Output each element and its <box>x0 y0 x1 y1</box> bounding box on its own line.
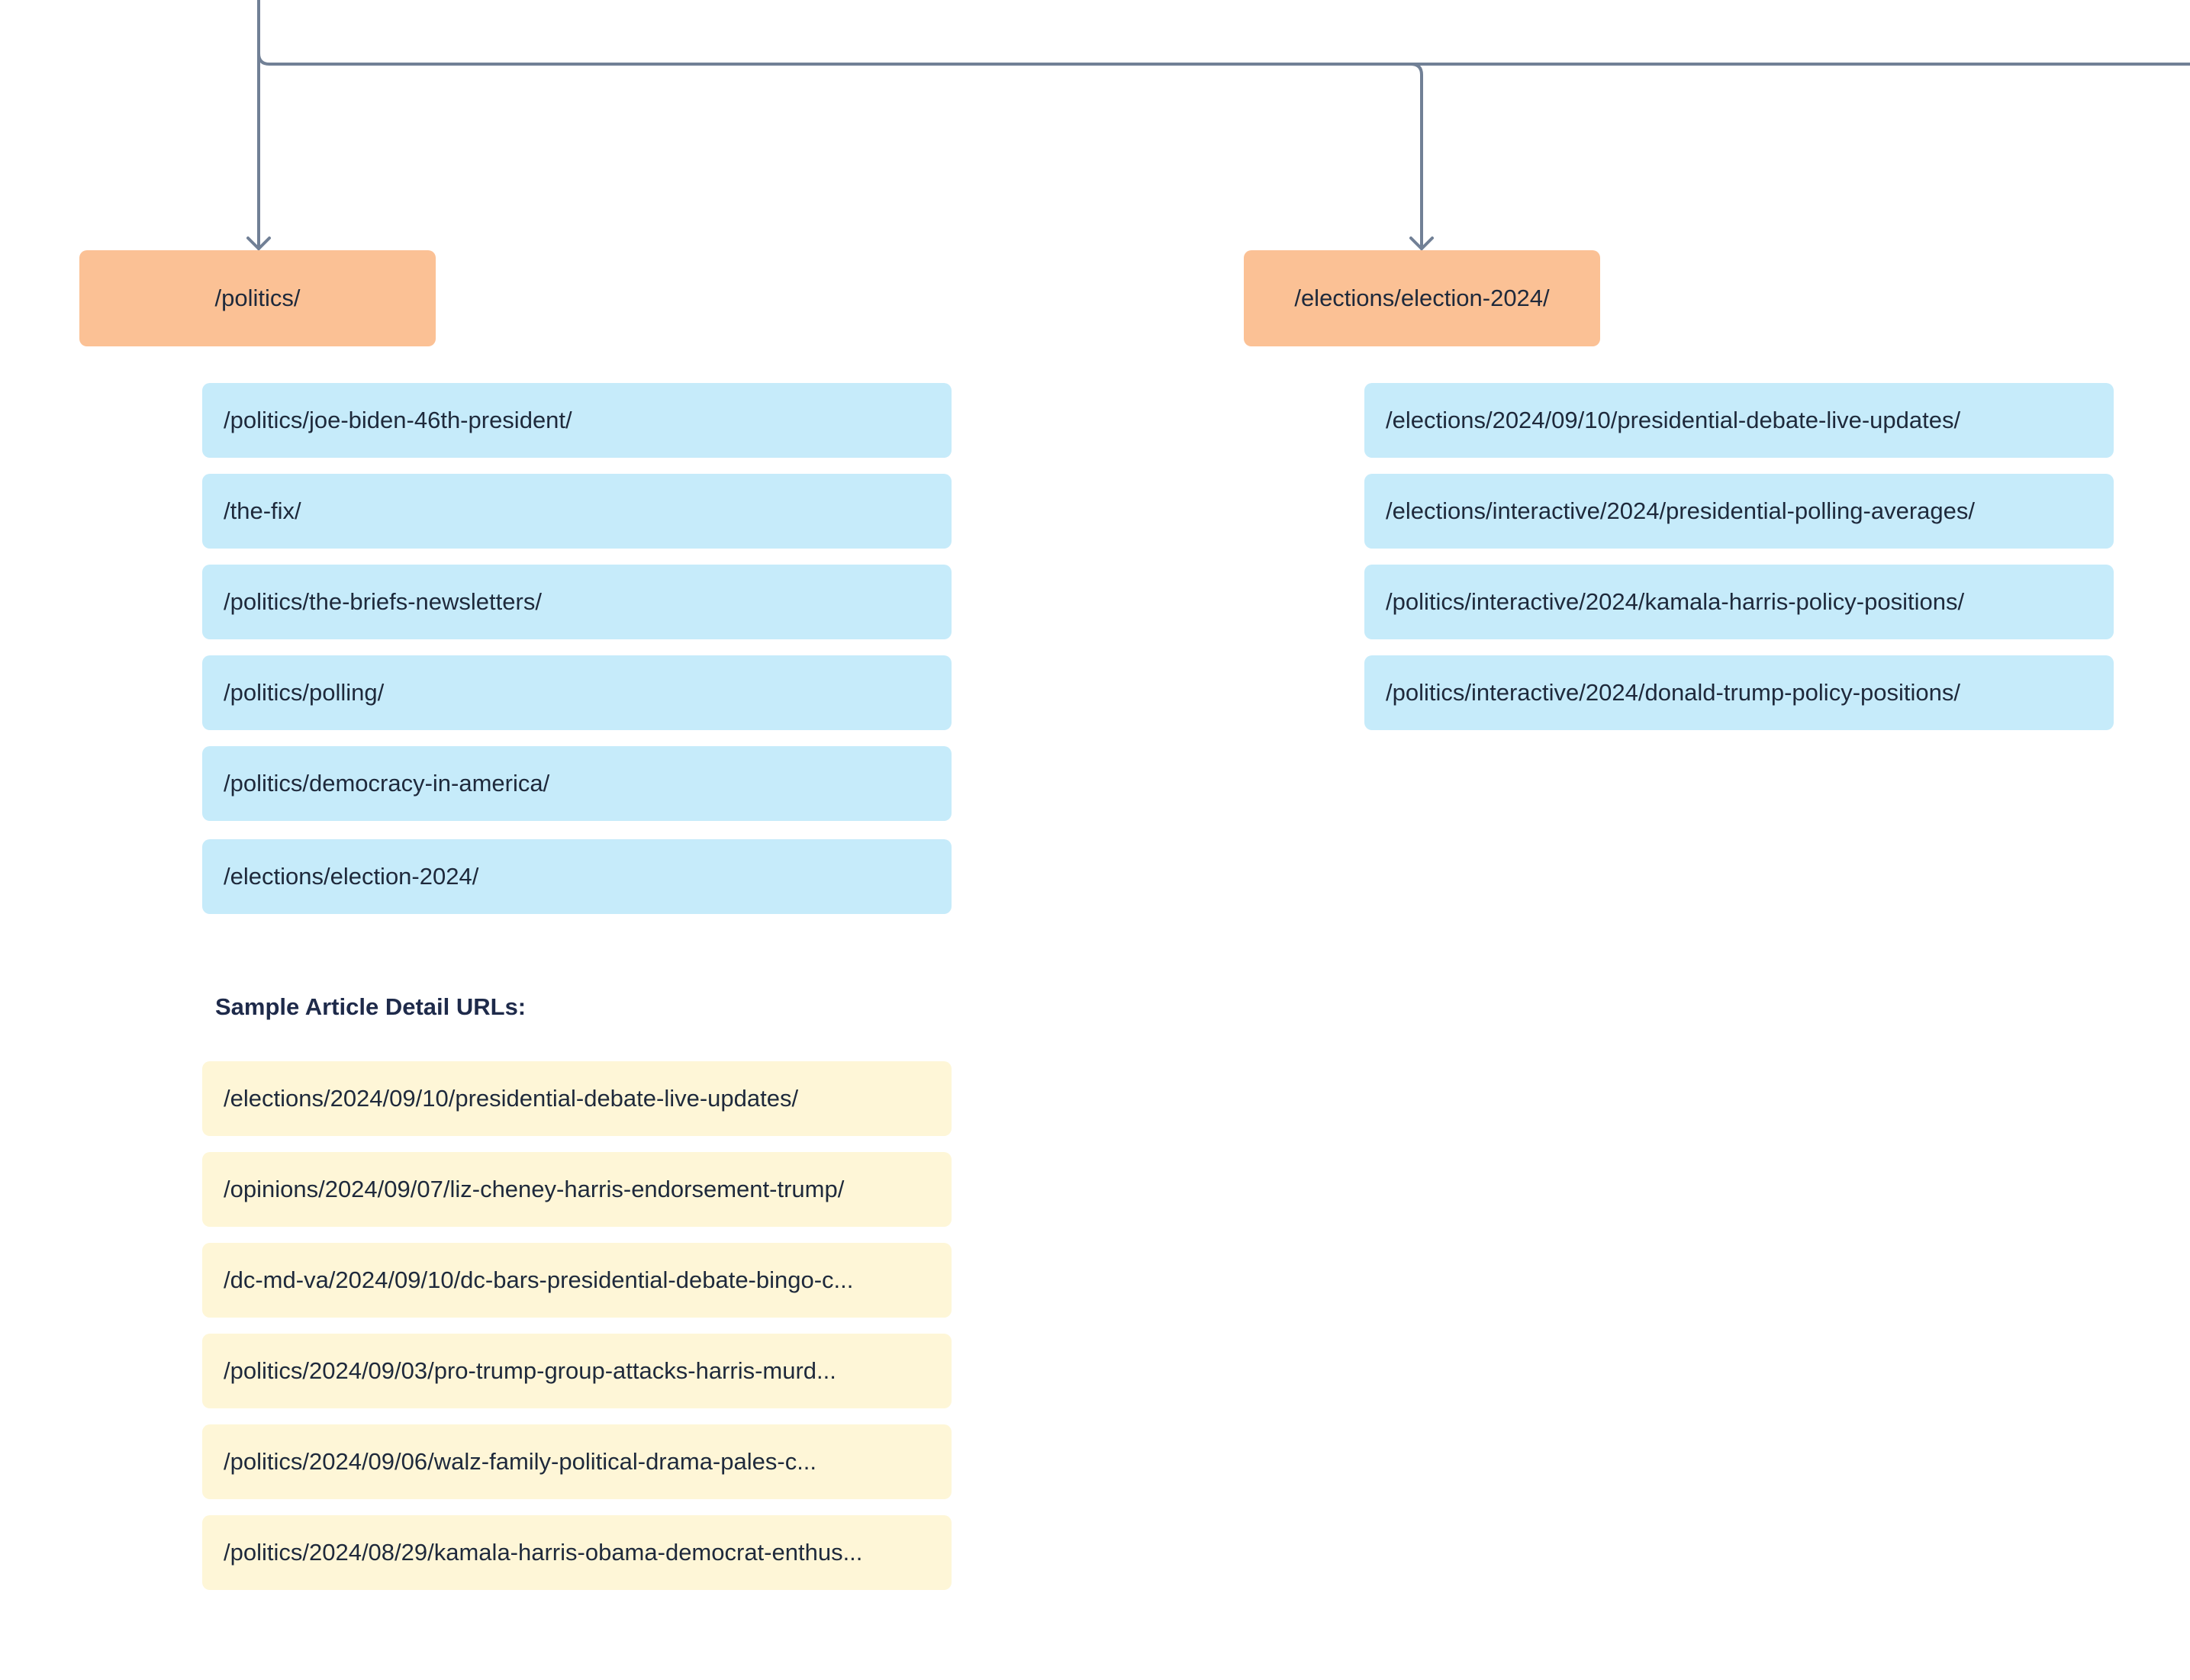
sample-article-item[interactable]: /politics/2024/09/03/pro-trump-group-att… <box>202 1334 952 1408</box>
politics-child-item[interactable]: /elections/election-2024/ <box>202 839 952 914</box>
elections-child-item[interactable]: /elections/interactive/2024/presidential… <box>1364 474 2114 549</box>
node-elections-2024[interactable]: /elections/election-2024/ <box>1244 250 1600 346</box>
politics-child-item[interactable]: /politics/the-briefs-newsletters/ <box>202 565 952 639</box>
connector-trunk <box>257 0 2190 66</box>
sample-articles-heading: Sample Article Detail URLs: <box>215 993 527 1020</box>
item-label: /politics/2024/08/29/kamala-harris-obama… <box>224 1539 863 1566</box>
item-label: /politics/interactive/2024/kamala-harris… <box>1386 588 1965 615</box>
item-label: /elections/election-2024/ <box>224 863 479 890</box>
sample-article-item[interactable]: /politics/2024/09/06/walz-family-politic… <box>202 1424 952 1499</box>
item-label: /politics/interactive/2024/donald-trump-… <box>1386 679 1960 706</box>
node-politics-label: /politics/ <box>214 285 301 311</box>
sample-article-item[interactable]: /opinions/2024/09/07/liz-cheney-harris-e… <box>202 1152 952 1227</box>
node-politics[interactable]: /politics/ <box>79 250 436 346</box>
item-label: /politics/2024/09/06/walz-family-politic… <box>224 1448 817 1475</box>
politics-child-item[interactable]: /politics/joe-biden-46th-president/ <box>202 383 952 458</box>
item-label: /elections/2024/09/10/presidential-debat… <box>1386 407 1961 433</box>
sample-article-item[interactable]: /elections/2024/09/10/presidential-debat… <box>202 1061 952 1136</box>
item-label: /elections/2024/09/10/presidential-debat… <box>224 1085 799 1112</box>
item-label: /politics/2024/09/03/pro-trump-group-att… <box>224 1357 836 1384</box>
item-label: /elections/interactive/2024/presidential… <box>1386 497 1976 524</box>
connector-elections <box>1409 63 1423 250</box>
item-label: /politics/joe-biden-46th-president/ <box>224 407 572 433</box>
item-label: /dc-md-va/2024/09/10/dc-bars-presidentia… <box>224 1266 854 1293</box>
elections-child-item[interactable]: /politics/interactive/2024/kamala-harris… <box>1364 565 2114 639</box>
item-label: /politics/democracy-in-america/ <box>224 770 550 797</box>
elections-child-item[interactable]: /elections/2024/09/10/presidential-debat… <box>1364 383 2114 458</box>
item-label: /politics/the-briefs-newsletters/ <box>224 588 542 615</box>
politics-child-item[interactable]: /politics/democracy-in-america/ <box>202 746 952 821</box>
item-label: /the-fix/ <box>224 497 301 524</box>
sample-article-item[interactable]: /politics/2024/08/29/kamala-harris-obama… <box>202 1515 952 1590</box>
item-label: /opinions/2024/09/07/liz-cheney-harris-e… <box>224 1176 845 1202</box>
politics-child-item[interactable]: /politics/polling/ <box>202 655 952 730</box>
item-label: /politics/polling/ <box>224 679 385 706</box>
politics-child-item[interactable]: /the-fix/ <box>202 474 952 549</box>
node-elections-label: /elections/election-2024/ <box>1294 285 1550 311</box>
sample-article-item[interactable]: /dc-md-va/2024/09/10/dc-bars-presidentia… <box>202 1243 952 1318</box>
elections-child-item[interactable]: /politics/interactive/2024/donald-trump-… <box>1364 655 2114 730</box>
